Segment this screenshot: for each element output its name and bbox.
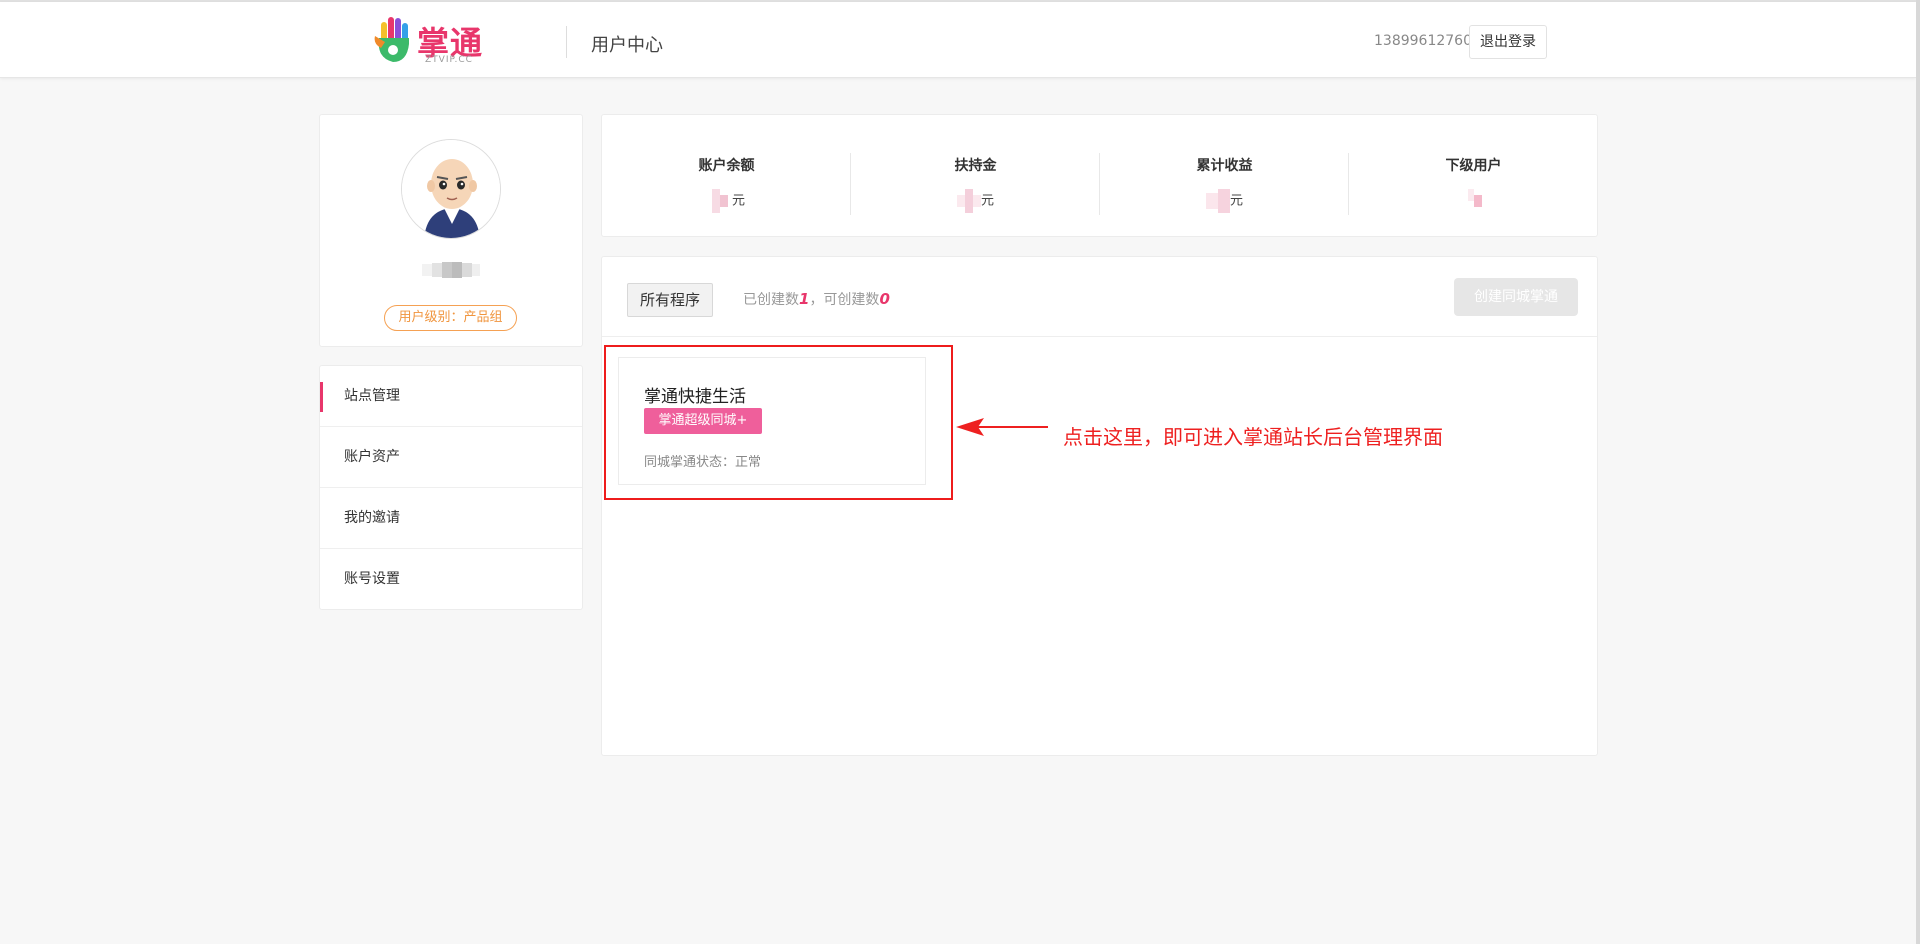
stats-card: 账户余额 元 扶持金 元 累计收益 元 下级用户 bbox=[601, 114, 1598, 237]
avatar[interactable] bbox=[401, 139, 501, 239]
stat-label: 累计收益 bbox=[1196, 158, 1253, 174]
create-site-button[interactable]: 创建同城掌通 bbox=[1454, 278, 1578, 316]
stat-value: 元 bbox=[1100, 189, 1349, 213]
user-phone: 13899612760 bbox=[1374, 33, 1472, 49]
programs-toolbar: 所有程序 已创建数1，可创建数0 创建同城掌通 bbox=[602, 257, 1597, 337]
scrollbar[interactable] bbox=[1916, 0, 1920, 944]
header-divider bbox=[566, 26, 567, 58]
available-count: 0 bbox=[879, 290, 890, 308]
created-label: 已创建数 bbox=[743, 292, 799, 308]
sidebar-item-my-invitations[interactable]: 我的邀请 bbox=[320, 488, 582, 549]
blurred-value bbox=[711, 189, 728, 213]
stat-support-fund: 扶持金 元 bbox=[851, 115, 1100, 238]
program-count: 已创建数1，可创建数0 bbox=[743, 289, 890, 309]
annotation-text: 点击这里，即可进入掌通站长后台管理界面 bbox=[1063, 425, 1443, 449]
page-title: 用户中心 bbox=[591, 35, 663, 56]
created-count: 1 bbox=[799, 290, 810, 308]
stat-sub-users: 下级用户 bbox=[1349, 115, 1598, 238]
hand-logo-icon bbox=[374, 17, 409, 62]
blurred-value bbox=[956, 189, 981, 213]
sidebar-item-account-settings[interactable]: 账号设置 bbox=[320, 549, 582, 610]
stat-label: 扶持金 bbox=[954, 158, 997, 174]
avatar-image bbox=[402, 140, 500, 238]
stat-label: 下级用户 bbox=[1445, 158, 1502, 174]
logo[interactable]: 掌通 ZTVIP.CC bbox=[373, 16, 485, 68]
available-label: ，可创建数 bbox=[809, 292, 880, 308]
stat-total-earnings: 累计收益 元 bbox=[1100, 115, 1349, 238]
logo-subtext: ZTVIP.CC bbox=[425, 55, 473, 65]
stat-value bbox=[1349, 189, 1598, 213]
stat-account-balance: 账户余额 元 bbox=[602, 115, 851, 238]
stat-unit: 元 bbox=[731, 193, 745, 209]
sidebar-item-account-assets[interactable]: 账户资产 bbox=[320, 427, 582, 488]
all-programs-tab[interactable]: 所有程序 bbox=[627, 283, 713, 317]
annotation-arrow-icon bbox=[956, 418, 1048, 436]
stat-label: 账户余额 bbox=[698, 158, 755, 174]
header: 掌通 ZTVIP.CC 用户中心 13899612760 退出登录 bbox=[0, 2, 1916, 78]
stat-unit: 元 bbox=[980, 193, 994, 209]
user-level-badge: 用户级别：产品组 bbox=[384, 305, 517, 331]
username-blurred bbox=[422, 262, 480, 278]
sidebar-item-site-management[interactable]: 站点管理 bbox=[320, 366, 582, 427]
programs-panel: 所有程序 已创建数1，可创建数0 创建同城掌通 bbox=[601, 256, 1598, 756]
logout-button[interactable]: 退出登录 bbox=[1469, 25, 1547, 59]
blurred-value bbox=[1205, 189, 1230, 213]
stat-unit: 元 bbox=[1229, 193, 1243, 209]
annotation-highlight-box bbox=[604, 345, 953, 500]
blurred-value bbox=[1467, 189, 1482, 207]
stat-value: 元 bbox=[602, 189, 851, 213]
stat-value: 元 bbox=[851, 189, 1100, 213]
sidebar-menu: 站点管理 账户资产 我的邀请 账号设置 bbox=[319, 365, 583, 610]
profile-card: 用户级别：产品组 bbox=[319, 114, 583, 347]
